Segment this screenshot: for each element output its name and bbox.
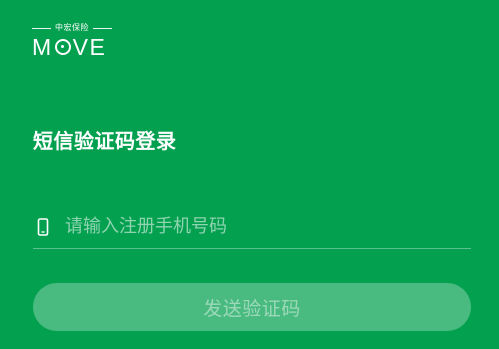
phone-field-row [33, 205, 471, 249]
logo-divider-right [93, 27, 112, 29]
logo-wordmark-rest: VE [72, 34, 107, 60]
page-title: 短信验证码登录 [33, 129, 177, 153]
logo-divider-left [32, 27, 51, 29]
phone-number-input[interactable] [53, 206, 471, 247]
brand-logo: 中宏保险 M VE [32, 22, 112, 59]
logo-subtitle: 中宏保险 [55, 23, 89, 32]
send-code-button[interactable]: 发送验证码 [33, 283, 471, 331]
logo-wordmark: M VE [32, 35, 112, 59]
logo-wordmark-m: M [32, 34, 53, 60]
mobile-phone-icon [33, 207, 53, 247]
logo-subtitle-row: 中宏保险 [32, 22, 112, 34]
logo-o-mark-icon [54, 39, 71, 55]
